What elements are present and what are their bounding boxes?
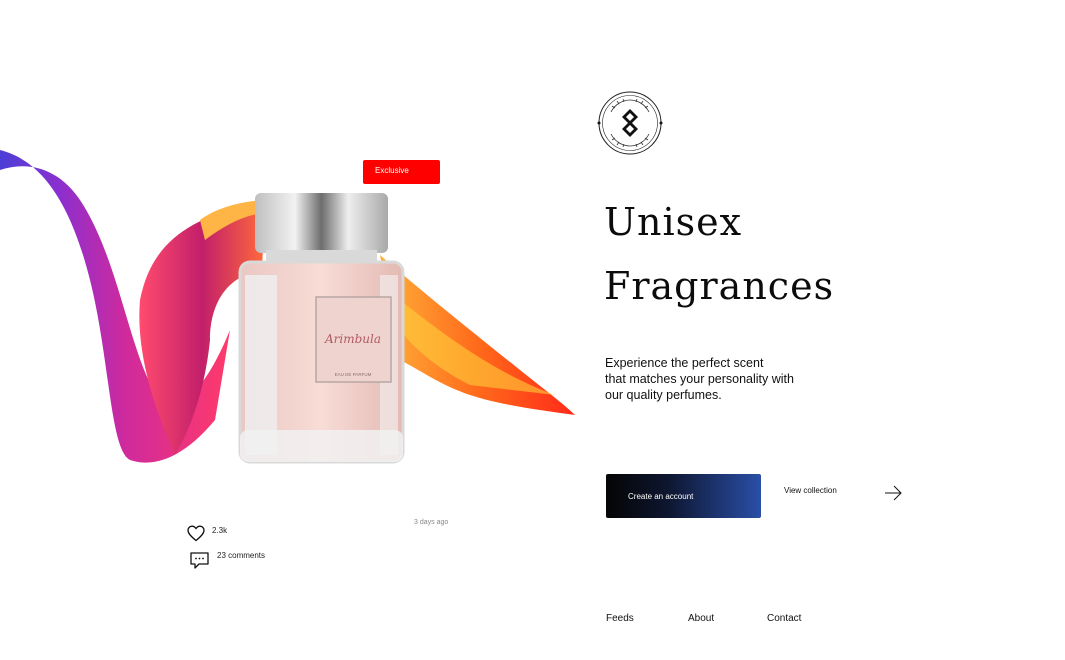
- nav-about[interactable]: About: [688, 613, 714, 624]
- exclusive-badge: Exclusive: [363, 160, 440, 184]
- nav-contact[interactable]: Contact: [767, 613, 801, 624]
- description-line: that matches your personality with: [605, 372, 794, 386]
- description-line: our quality perfumes.: [605, 388, 722, 402]
- bottle-label-name: Arimbula: [324, 332, 381, 346]
- arrow-right-icon[interactable]: [884, 485, 902, 501]
- bottle-label-sub: EAU DE PARFUM: [335, 372, 372, 377]
- heart-icon[interactable]: [187, 525, 205, 542]
- hero-description: Experience the perfect scent that matche…: [605, 355, 845, 403]
- nav-feeds[interactable]: Feeds: [606, 613, 634, 624]
- headline-line-2: Fragrances: [604, 264, 835, 308]
- comments-count[interactable]: 23 comments: [217, 551, 265, 560]
- brand-monogram-laurel-icon: [597, 91, 663, 155]
- comment-icon[interactable]: [189, 551, 210, 571]
- headline-line-1: Unisex: [604, 200, 743, 244]
- description-line: Experience the perfect scent: [605, 356, 764, 370]
- watermark-text: mstir: [0, 316, 98, 356]
- paint-swoosh-illustration: Arimbula EAU DE PARFUM: [0, 150, 575, 464]
- create-account-button[interactable]: Create an account: [606, 474, 761, 518]
- bottle-cap: [255, 193, 388, 253]
- hero-image: Arimbula EAU DE PARFUM mstir: [0, 140, 580, 480]
- likes-count: 2.3k: [212, 526, 228, 535]
- view-collection-link[interactable]: View collection: [784, 486, 837, 495]
- post-timestamp: 3 days ago: [414, 519, 449, 526]
